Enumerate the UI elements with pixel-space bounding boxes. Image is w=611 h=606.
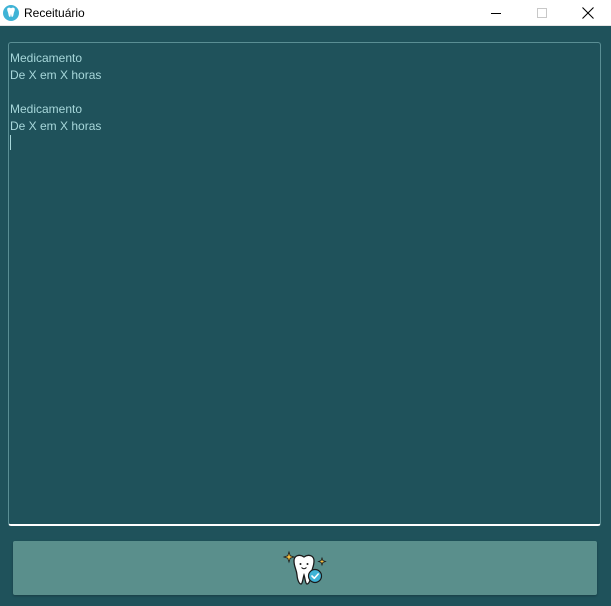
- maximize-icon: [537, 8, 547, 18]
- text-caret: [10, 135, 11, 150]
- save-prescription-button[interactable]: [13, 541, 597, 595]
- window-title: Receituário: [24, 5, 85, 20]
- minimize-icon: [491, 13, 501, 14]
- sparkling-tooth-check-icon: [282, 550, 327, 585]
- title-bar[interactable]: Receituário: [0, 0, 611, 26]
- text-line: Medicamento: [10, 102, 83, 116]
- text-line: Medicamento: [10, 51, 83, 65]
- text-line: De X em X horas: [10, 68, 102, 82]
- text-cursor-line: [10, 135, 599, 152]
- window-controls: [473, 0, 611, 26]
- text-line: [10, 84, 599, 101]
- maximize-button[interactable]: [519, 0, 565, 26]
- receituario-window: Receituário Medicamento De X em X horas …: [0, 0, 611, 606]
- tooth-icon: [3, 4, 19, 21]
- close-button[interactable]: [565, 0, 611, 26]
- text-line: De X em X horas: [10, 119, 102, 133]
- minimize-button[interactable]: [473, 0, 519, 26]
- prescription-text-area[interactable]: Medicamento De X em X horas Medicamento …: [8, 42, 601, 526]
- close-icon: [582, 7, 594, 19]
